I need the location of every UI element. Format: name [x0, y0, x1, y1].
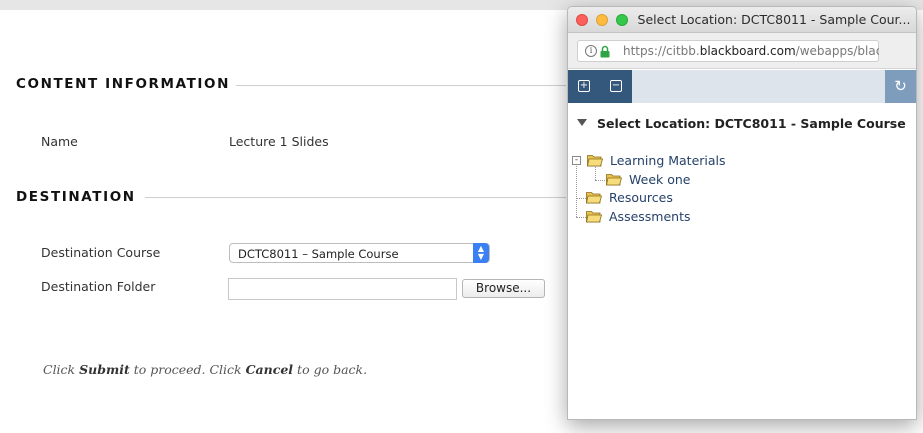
destination-folder-input[interactable]: [228, 278, 457, 300]
browse-button[interactable]: Browse...: [462, 279, 545, 298]
tree-connector: [576, 217, 586, 218]
caret-down-icon[interactable]: [577, 119, 587, 126]
instruction-text: Click Submit to proceed. Click Cancel to…: [43, 362, 367, 377]
tree-connector: [576, 161, 577, 217]
destination-folder-label: Destination Folder: [41, 279, 156, 294]
url-prefix: https://citbb.: [623, 44, 700, 58]
url-path: /webapps/blac: [795, 44, 879, 58]
tree-heading: Select Location: DCTC8011 - Sample Cours…: [597, 116, 906, 131]
instruction-pre: Click: [43, 362, 76, 377]
tree-toolbar-buttons: + −: [568, 70, 632, 103]
minus-square-icon[interactable]: −: [610, 80, 622, 92]
select-updown-icon: ▲ ▼: [473, 243, 489, 263]
tree-connector: [595, 180, 605, 181]
collapse-node-icon[interactable]: -: [572, 156, 581, 165]
close-window-button[interactable]: [576, 14, 588, 26]
destination-course-value: DCTC8011 – Sample Course: [238, 247, 399, 261]
name-value: Lecture 1 Slides: [229, 134, 329, 149]
info-icon[interactable]: i: [585, 45, 597, 57]
plus-square-icon[interactable]: +: [578, 80, 590, 92]
instruction-mid: to proceed. Click: [133, 362, 242, 377]
url-text: https://citbb.blackboard.com/webapps/bla…: [623, 44, 879, 58]
tree-connector: [595, 167, 596, 180]
url-host: blackboard.com: [699, 44, 796, 58]
address-row: i https://citbb.blackboard.com/webapps/b…: [568, 33, 916, 69]
name-label: Name: [41, 134, 78, 149]
window-titlebar: Select Location: DCTC8011 - Sample Cour.…: [568, 7, 916, 33]
window-title: Select Location: DCTC8011 - Sample Cour.…: [637, 12, 911, 27]
tree-toolbar: + − ↻: [568, 70, 916, 103]
instruction-submit: Submit: [79, 362, 130, 377]
tree-item-resources[interactable]: Resources: [609, 190, 673, 205]
lock-icon: [600, 45, 610, 58]
destination-heading: DESTINATION: [16, 189, 136, 205]
instruction-post: to go back.: [297, 362, 368, 377]
tree-item-learning-materials[interactable]: Learning Materials: [610, 153, 726, 168]
folder-open-icon: [606, 174, 622, 186]
destination-course-label: Destination Course: [41, 245, 161, 260]
folder-open-icon: [586, 211, 602, 223]
zoom-window-button[interactable]: [616, 14, 628, 26]
refresh-icon[interactable]: ↻: [885, 70, 916, 103]
section-divider: [145, 197, 566, 198]
destination-course-select[interactable]: DCTC8011 – Sample Course ▲ ▼: [229, 243, 490, 263]
select-location-popup: Select Location: DCTC8011 - Sample Cour.…: [567, 6, 917, 420]
instruction-cancel: Cancel: [245, 362, 294, 377]
address-bar[interactable]: i https://citbb.blackboard.com/webapps/b…: [577, 40, 879, 62]
tree-item-assessments[interactable]: Assessments: [609, 209, 691, 224]
folder-open-icon: [586, 192, 602, 204]
content-information-heading: CONTENT INFORMATION: [16, 76, 230, 92]
tree-item-week-one[interactable]: Week one: [629, 172, 690, 187]
folder-open-icon: [587, 155, 603, 167]
section-divider: [236, 85, 566, 86]
minimize-window-button[interactable]: [596, 14, 608, 26]
tree-connector: [576, 198, 586, 199]
